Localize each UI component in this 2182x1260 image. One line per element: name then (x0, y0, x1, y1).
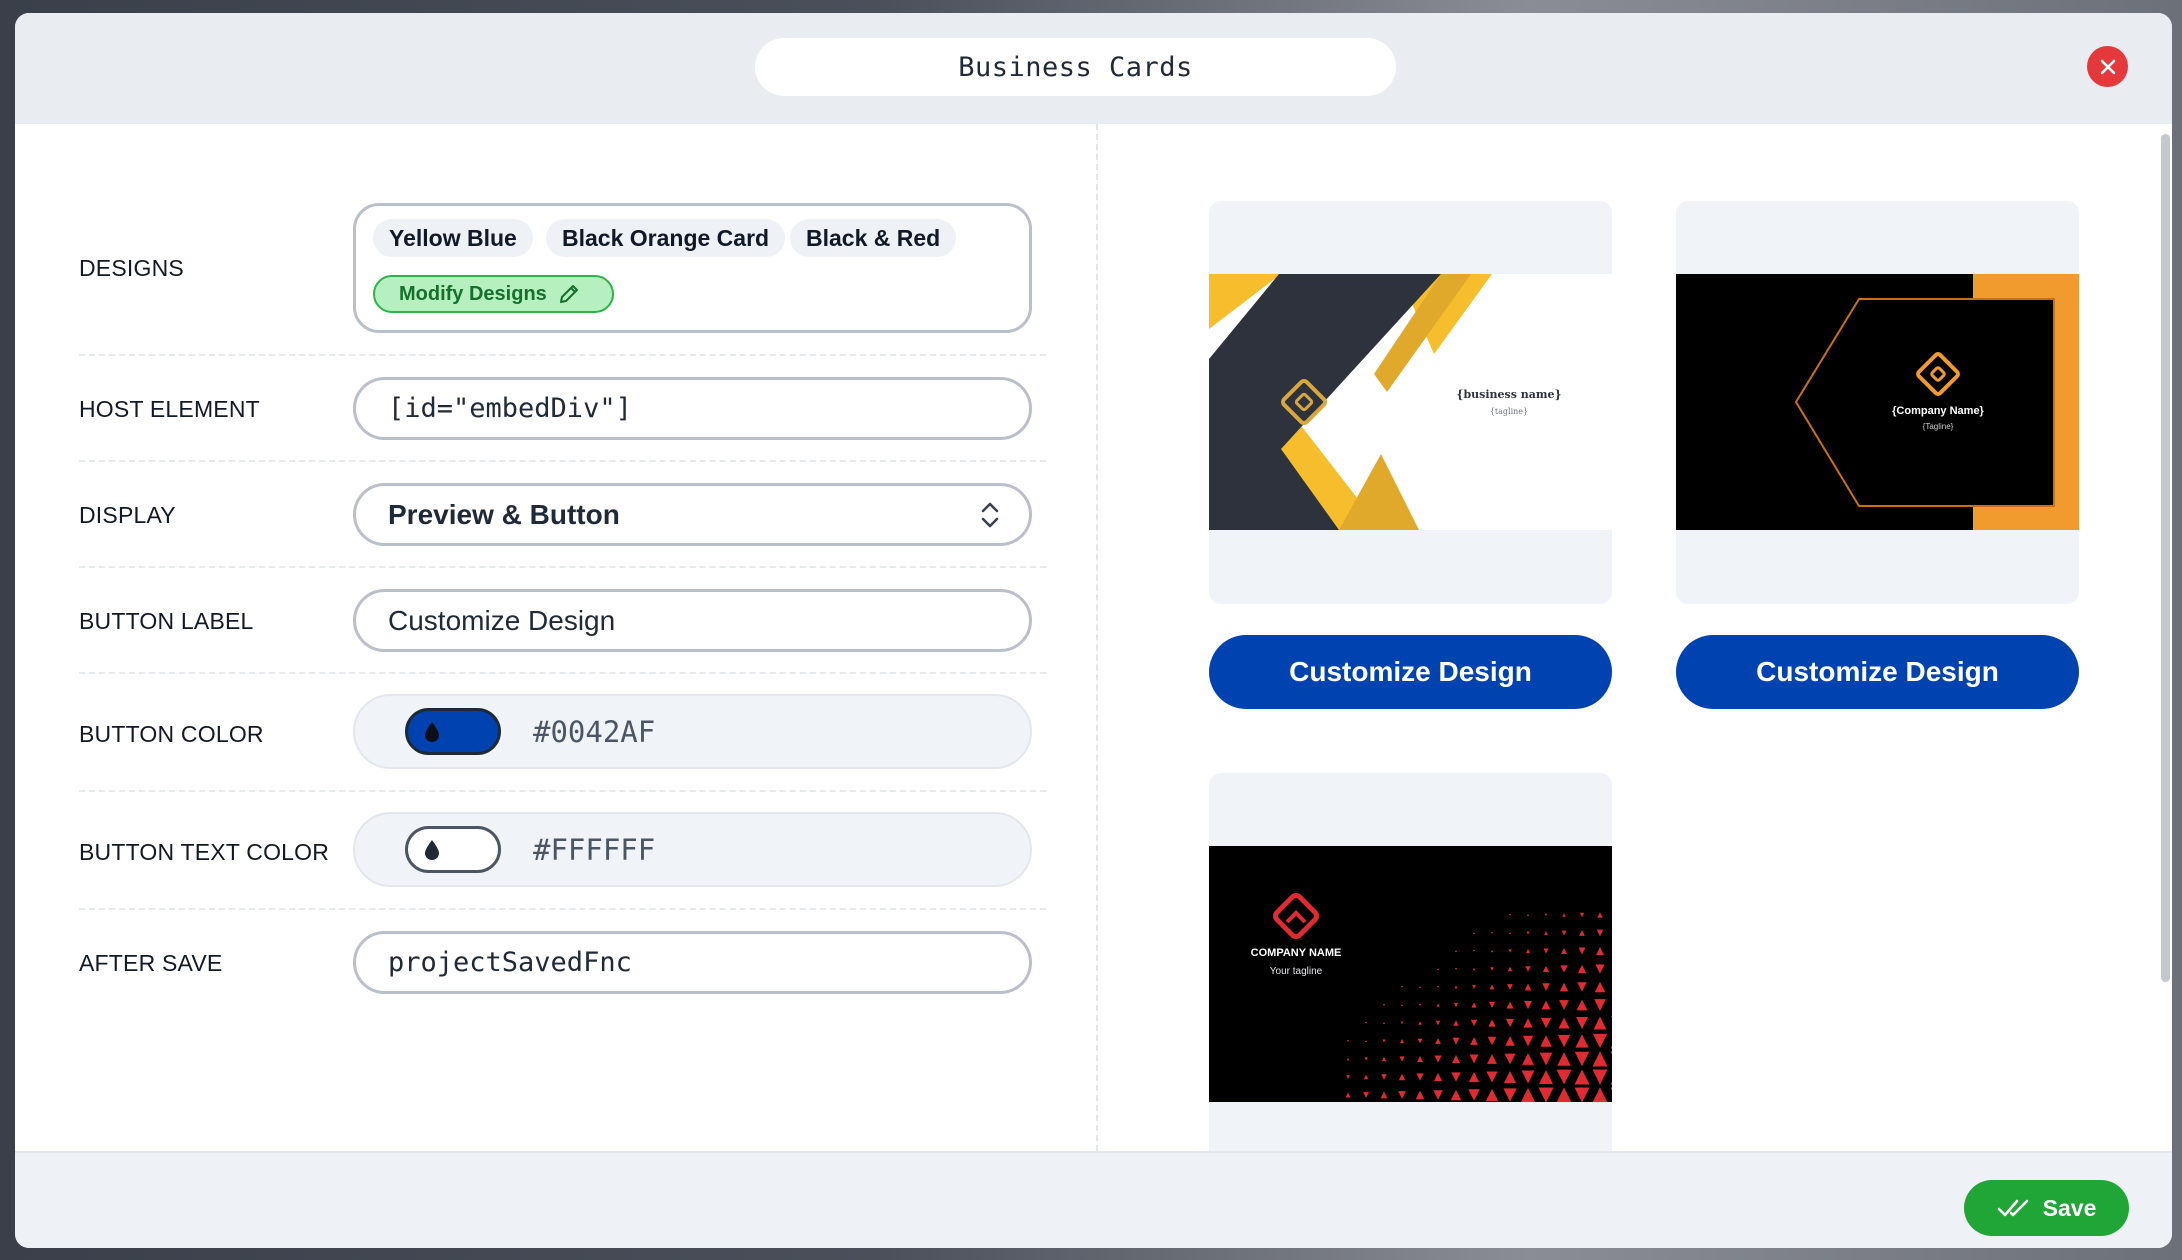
card-tagline: {Tagline} (1923, 422, 1954, 431)
button-color-label: BUTTON COLOR (79, 721, 264, 747)
button-label-row: BUTTON LABEL Customize Design (79, 568, 1046, 674)
business-cards-modal: Business Cards DESIGNS Yellow Blue Black… (15, 13, 2172, 1248)
preview-area: {business name} {tagline} Customize Desi… (1098, 124, 2172, 1151)
business-card-yellow-blue: {business name} {tagline} (1209, 274, 1612, 530)
card-tagline: {tagline} (1490, 407, 1528, 416)
business-card-black-orange: {Company Name} {Tagline} (1676, 274, 2079, 530)
double-check-icon (1997, 1199, 2028, 1217)
pencil-icon (559, 285, 578, 303)
button-text-color-field: #FFFFFF (353, 812, 1032, 887)
customize-design-button[interactable]: Customize Design (1209, 635, 1612, 709)
preview-scrollbar[interactable] (2161, 134, 2170, 982)
display-select-value: Preview & Button (388, 498, 620, 530)
modal-title: Business Cards (755, 38, 1396, 96)
after-save-input[interactable]: projectSavedFnc (353, 931, 1032, 994)
modal-footer: Save (15, 1151, 2172, 1248)
button-color-field: #0042AF (353, 694, 1032, 769)
button-text-color-label: BUTTON TEXT COLOR (79, 839, 330, 865)
select-chevron-icon (981, 502, 999, 527)
display-label: DISPLAY (79, 502, 176, 528)
design-preview-black-orange[interactable]: {Company Name} {Tagline} (1676, 201, 2079, 604)
button-color-value[interactable]: #0042AF (533, 696, 655, 767)
business-card-black-red: COMPANY NAME Your tagline (1209, 846, 1612, 1102)
host-element-row: HOST ELEMENT [id="embedDiv"] (79, 356, 1046, 462)
designs-box: Yellow Blue Black Orange Card Black & Re… (353, 203, 1032, 333)
button-text-color-swatch[interactable] (405, 826, 501, 873)
close-button[interactable] (2087, 46, 2128, 87)
button-text-color-value[interactable]: #FFFFFF (533, 814, 655, 885)
color-drop-icon (425, 839, 439, 860)
customize-design-button[interactable]: Customize Design (1676, 635, 2079, 709)
design-chip-yellow-blue[interactable]: Yellow Blue (373, 219, 533, 257)
save-label: Save (2042, 1194, 2097, 1221)
display-select[interactable]: Preview & Button (353, 483, 1032, 546)
button-color-row: BUTTON COLOR #0042AF (79, 674, 1046, 792)
modify-designs-button[interactable]: Modify Designs (373, 275, 614, 313)
modal-body: DESIGNS Yellow Blue Black Orange Card Bl… (15, 124, 2172, 1151)
button-text-color-row: BUTTON TEXT COLOR #FFFFFF (79, 792, 1046, 910)
design-preview-yellow-blue[interactable]: {business name} {tagline} (1209, 201, 1612, 604)
card-company-name: COMPANY NAME (1251, 947, 1342, 959)
after-save-label: AFTER SAVE (79, 950, 223, 976)
host-element-label: HOST ELEMENT (79, 396, 260, 422)
button-color-swatch[interactable] (405, 708, 501, 755)
card-tagline: Your tagline (1270, 966, 1323, 977)
card-company-name: {Company Name} (1892, 405, 1984, 417)
host-element-input[interactable]: [id="embedDiv"] (353, 377, 1032, 440)
color-drop-icon (425, 721, 439, 742)
designs-row: DESIGNS Yellow Blue Black Orange Card Bl… (79, 124, 1046, 356)
design-preview-black-red[interactable]: COMPANY NAME Your tagline (1209, 773, 1612, 1151)
card-business-name: {business name} (1456, 388, 1561, 401)
button-label-label: BUTTON LABEL (79, 608, 254, 634)
after-save-row: AFTER SAVE projectSavedFnc (79, 910, 1046, 1016)
close-icon (2100, 59, 2115, 74)
modal-header: Business Cards (15, 13, 2172, 124)
display-row: DISPLAY Preview & Button (79, 462, 1046, 568)
designs-label: DESIGNS (79, 255, 184, 281)
save-button[interactable]: Save (1964, 1180, 2129, 1236)
design-chip-black-orange[interactable]: Black Orange Card (546, 219, 786, 257)
button-label-input[interactable]: Customize Design (353, 589, 1032, 652)
modify-designs-label: Modify Designs (399, 282, 547, 305)
design-chip-black-red[interactable]: Black & Red (790, 219, 957, 257)
